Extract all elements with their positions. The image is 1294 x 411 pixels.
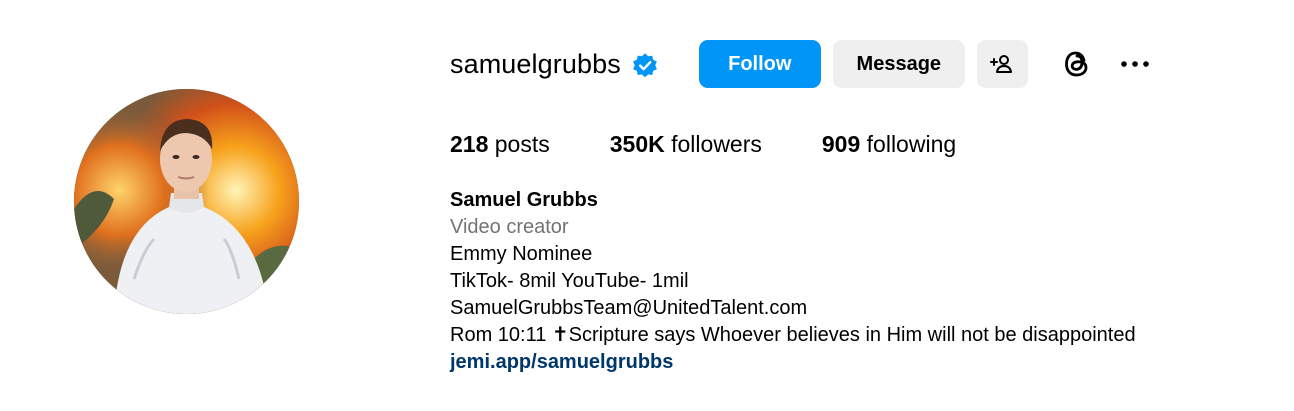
- avatar[interactable]: [74, 89, 299, 314]
- profile-stats: 218 posts 350K followers 909 following: [450, 128, 1016, 160]
- verified-badge-icon: [632, 53, 657, 78]
- bio-line: SamuelGrubbsTeam@UnitedTalent.com: [450, 297, 808, 319]
- posts-count-label: posts: [494, 131, 550, 157]
- followers-count-label: followers: [671, 131, 762, 157]
- profile-header: samuelgrubbs Follow Message 218 posts 35…: [0, 0, 1294, 411]
- following-count-label: following: [866, 131, 957, 157]
- full-name: Samuel Grubbs: [450, 189, 598, 211]
- more-options-icon[interactable]: [1118, 47, 1152, 81]
- follow-button[interactable]: Follow: [698, 40, 821, 88]
- username: samuelgrubbs: [450, 49, 621, 79]
- threads-icon[interactable]: [1060, 47, 1094, 81]
- following-count-value: 909: [821, 131, 861, 157]
- bio-line: Emmy Nominee: [450, 243, 593, 265]
- posts-count-value: 218: [450, 131, 489, 157]
- person-add-icon: [990, 55, 1013, 73]
- message-button[interactable]: Message: [832, 40, 965, 88]
- profile-header-row: samuelgrubbs Follow Message: [450, 40, 1152, 88]
- followers-count[interactable]: 350K followers: [610, 128, 762, 160]
- category-label: Video creator: [450, 216, 569, 238]
- followers-count-value: 350K: [609, 131, 665, 157]
- posts-count[interactable]: 218 posts: [450, 128, 550, 160]
- bio-line: Rom 10:11 ✝Scripture says Whoever believ…: [450, 324, 1136, 346]
- suggested-accounts-button[interactable]: [976, 40, 1028, 88]
- bio-line: TikTok- 8mil YouTube- 1mil: [450, 270, 689, 292]
- following-count[interactable]: 909 following: [822, 128, 956, 160]
- bio-link[interactable]: jemi.app/samuelgrubbs: [450, 349, 1136, 376]
- profile-bio: Samuel Grubbs Video creator Emmy Nominee…: [450, 187, 1136, 376]
- avatar-image: [74, 89, 299, 314]
